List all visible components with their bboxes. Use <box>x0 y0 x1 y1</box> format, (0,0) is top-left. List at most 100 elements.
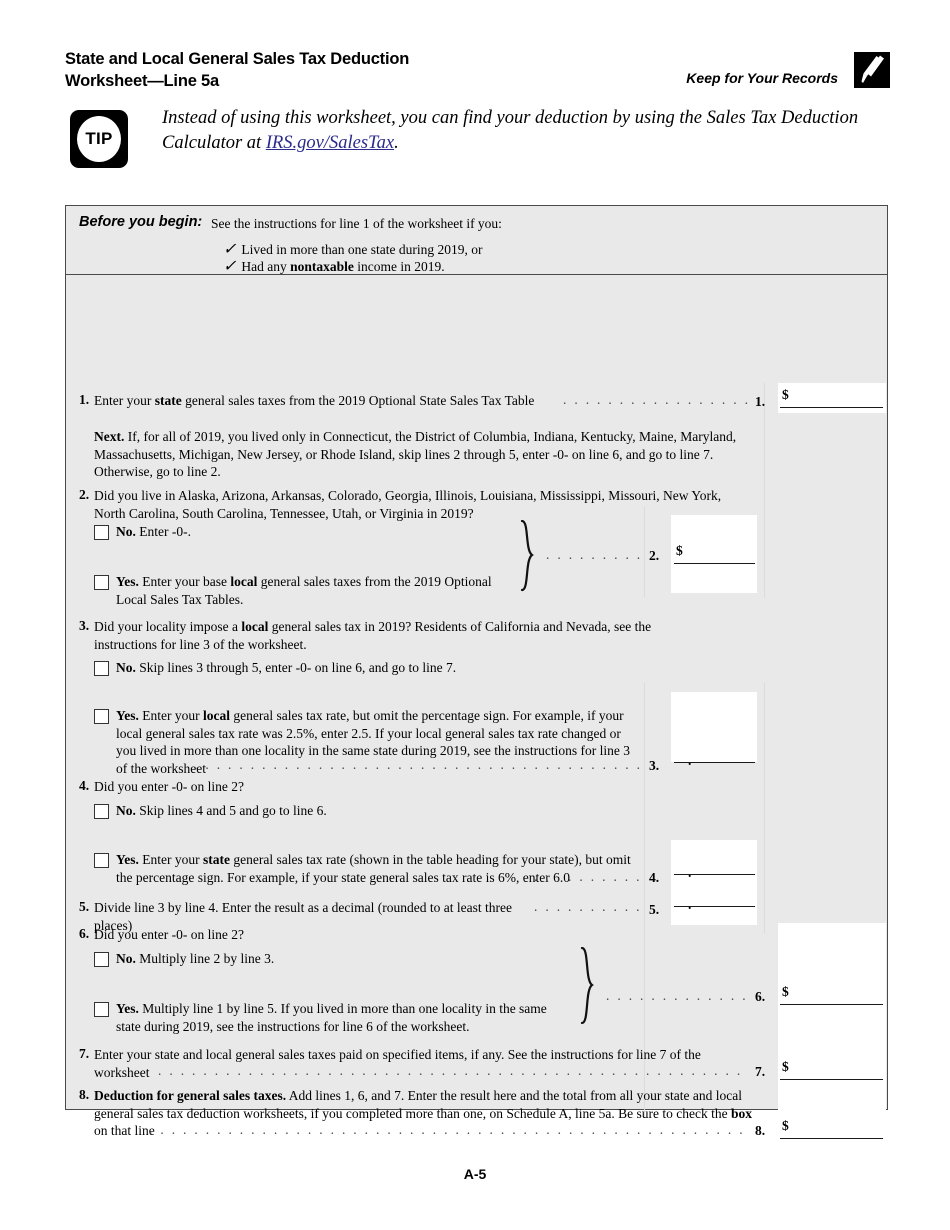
line-7-dollar-sign: $ <box>782 1059 789 1074</box>
answer-box-lines-6-7-8[interactable] <box>778 923 886 1114</box>
line-8-bold-a: Deduction for general sales taxes. <box>94 1088 287 1103</box>
line-4-right-number: 4. <box>649 870 660 885</box>
line-3-yes-bold: Yes. <box>116 708 139 723</box>
page-number: A-5 <box>463 1166 487 1182</box>
line-2-yes-a: Enter your base <box>138 574 231 589</box>
line-4-yes-checkbox[interactable] <box>94 853 109 868</box>
column-separator <box>764 383 765 598</box>
line-2-text: Did you live in Alaska, Arizona, Arkansa… <box>94 488 722 521</box>
line-3-number: 3. <box>79 618 90 633</box>
line-3-decimal-point: . <box>688 753 692 768</box>
tip-icon: TIP <box>70 110 128 168</box>
answer-box-line-1[interactable] <box>778 383 886 413</box>
line-8-text-b: on that line <box>94 1123 155 1138</box>
line-4-no-text: No. Skip lines 4 and 5 and go to line 6. <box>116 802 516 820</box>
before-you-begin-section: Before you begin: See the instructions f… <box>66 206 887 275</box>
line-3-no-checkbox[interactable] <box>94 661 109 676</box>
column-separator <box>644 683 645 928</box>
line-4-text: Did you enter -0- on line 2? <box>94 779 244 794</box>
line-3-text: Did your locality impose a local general… <box>94 618 679 653</box>
leader-dots: . . . . . . . . . . . . . . . . . . . . … <box>194 757 646 772</box>
line-6-yes-checkbox[interactable] <box>94 1002 109 1017</box>
worksheet-body: 1. Enter your state general sales taxes … <box>66 275 887 1139</box>
line-2-yes-text: Yes. Enter your base local general sales… <box>116 573 516 608</box>
line-3-bold-a: local <box>241 619 269 634</box>
line-5-entry-rule <box>674 906 755 907</box>
line-4-yes-bold: Yes. <box>116 852 139 867</box>
line-7-entry-rule <box>780 1079 883 1080</box>
line-2-dollar-sign: $ <box>676 543 683 558</box>
line-3-yes-a: Enter your <box>138 708 203 723</box>
line-6-no-body: Multiply line 2 by line 3. <box>135 951 275 966</box>
line-2-entry-rule <box>674 563 755 564</box>
before-you-begin-item-post: income in 2019. <box>353 259 445 274</box>
line-4-decimal-point: . <box>688 865 692 880</box>
line-6-number: 6. <box>79 926 90 941</box>
line-4-number: 4. <box>79 778 90 793</box>
line-6-entry-rule <box>780 1004 883 1005</box>
leader-dots: . . . . . . . . . . . . . . . . . . . . … <box>158 1063 746 1078</box>
line-2-no-checkbox[interactable] <box>94 525 109 540</box>
leader-dots: . . . . . . . . . . . . . . <box>546 547 646 562</box>
keep-for-your-records-label: Keep for Your Records <box>686 70 838 86</box>
line-1-text-b: general sales taxes from the 2019 Option… <box>181 393 535 408</box>
line-1-entry-rule <box>780 407 883 408</box>
next-note-body: If, for all of 2019, you lived only in C… <box>94 429 737 479</box>
column-separator <box>764 683 765 933</box>
leader-dots: . . . . . . . . . . . . . . . . . . . . … <box>563 392 753 407</box>
line-8-right-number: 8. <box>755 1123 766 1138</box>
checkmark-icon: ✓ <box>223 258 237 275</box>
line-3-yes-bold-a: local <box>202 708 230 723</box>
before-you-begin-item-text: Lived in more than one state during 2019… <box>241 242 483 257</box>
line-1-bold-a: state <box>154 393 182 408</box>
page-header: State and Local General Sales Tax Deduct… <box>65 48 890 94</box>
answer-box-line-3[interactable] <box>671 692 757 762</box>
line-8-dollar-sign: $ <box>782 1118 789 1133</box>
line-2-yes-bold-a: local <box>230 574 258 589</box>
line-2-yes-checkbox[interactable] <box>94 575 109 590</box>
line-2-no-bold: No. <box>116 524 136 539</box>
line-4-yes-bold-a: state <box>202 852 230 867</box>
line-6-no-checkbox[interactable] <box>94 952 109 967</box>
line-6-yes-body: Multiply line 1 by line 5. If you lived … <box>116 1001 547 1034</box>
line-1-text: Enter your state general sales taxes fro… <box>94 392 554 410</box>
line-4-yes-a: Enter your <box>138 852 203 867</box>
line-2-number: 2. <box>79 487 90 502</box>
answer-box-line-2[interactable] <box>671 515 757 593</box>
line-6-no-text: No. Multiply line 2 by line 3. <box>116 950 516 968</box>
before-you-begin-lead: See the instructions for line 1 of the w… <box>211 216 502 231</box>
tip-icon-label: TIP <box>85 129 113 148</box>
line-6-right-number: 6. <box>755 989 766 1004</box>
line-3-entry-rule <box>674 762 755 763</box>
sales-tax-calculator-link[interactable]: IRS.gov/SalesTax <box>266 133 394 153</box>
line-8-bold-b: box <box>730 1105 752 1121</box>
answer-box-line-4[interactable] <box>671 840 757 887</box>
line-4-entry-rule <box>674 874 755 875</box>
line-7-number: 7. <box>79 1046 90 1061</box>
brace-line-6 <box>578 947 600 1025</box>
before-you-begin-item: ✓ Had any nontaxable income in 2019. <box>223 256 445 276</box>
line-2-no-body: Enter -0-. <box>135 524 191 539</box>
line-1-number: 1. <box>79 392 90 407</box>
line-5-right-number: 5. <box>649 902 660 917</box>
line-4-no-body: Skip lines 4 and 5 and go to line 6. <box>135 803 327 818</box>
line-7-right-number: 7. <box>755 1064 766 1079</box>
line-3-no-bold: No. <box>116 660 136 675</box>
pen-icon <box>854 52 890 88</box>
line-4-no-checkbox[interactable] <box>94 804 109 819</box>
leader-dots: . . . . . . . . . . . . . . . . <box>534 899 646 914</box>
before-you-begin-label: Before you begin: <box>79 214 203 230</box>
before-you-begin-item-bold: nontaxable <box>290 259 354 274</box>
line-4-no-bold: No. <box>116 803 136 818</box>
line-5-number: 5. <box>79 899 90 914</box>
line-6-no-bold: No. <box>116 951 136 966</box>
next-note-text: Next. If, for all of 2019, you lived onl… <box>94 428 749 481</box>
line-1-dollar-sign: $ <box>782 387 789 402</box>
line-3-text-a: Did your locality impose a <box>94 619 242 634</box>
line-3-yes-checkbox[interactable] <box>94 709 109 724</box>
line-1-text-a: Enter your <box>94 393 155 408</box>
line-3-no-body: Skip lines 3 through 5, enter -0- on lin… <box>135 660 457 675</box>
leader-dots: . . . . . . . . . . . . . . . . . . . . … <box>149 1122 746 1137</box>
page-title-line1: State and Local General Sales Tax Deduct… <box>65 50 410 68</box>
before-you-begin-item-pre: Had any <box>241 259 291 274</box>
